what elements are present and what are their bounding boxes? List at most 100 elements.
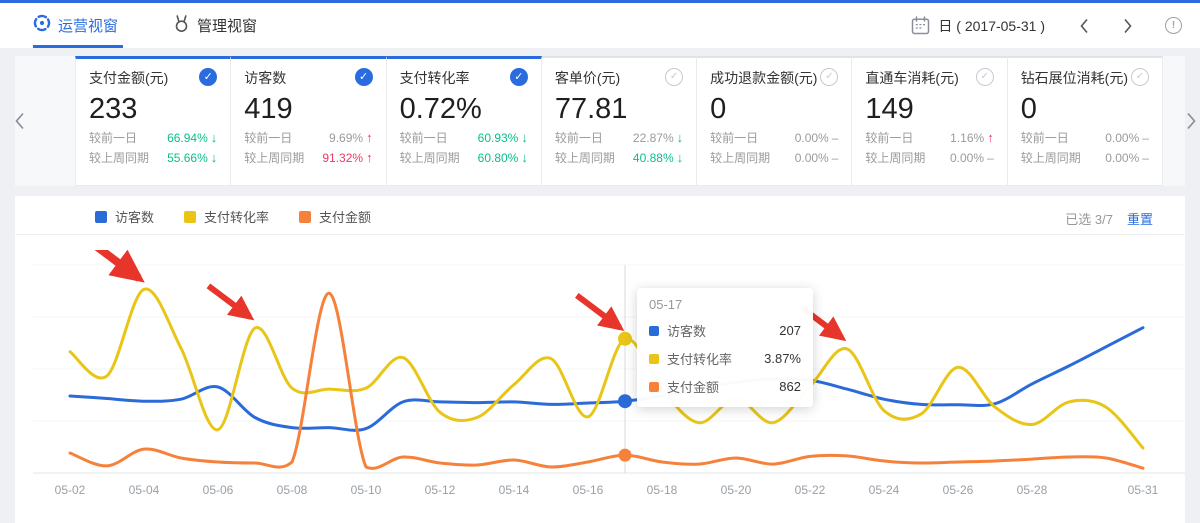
prev-day-button[interactable] xyxy=(1079,18,1089,34)
metric-value: 419 xyxy=(244,93,372,125)
metric-compare-row: 较上周同期55.66%↓ xyxy=(89,151,217,165)
hover-dot xyxy=(619,449,632,462)
tab-management-view[interactable]: 管理视窗 xyxy=(173,3,257,48)
trend-down-icon: ↓ xyxy=(211,151,218,165)
compare-value: 55.66% xyxy=(167,151,208,165)
metric-compare-row: 较上周同期40.88%↓ xyxy=(555,151,683,165)
compare-label: 较上周同期 xyxy=(244,151,304,165)
unselected-check-badge[interactable]: ✓ xyxy=(820,68,838,86)
metric-value: 0.72% xyxy=(400,93,528,125)
compare-label: 较前一日 xyxy=(89,131,137,145)
metric-card[interactable]: 客单价(元)✓77.81较前一日22.87%↓较上周同期40.88%↓ xyxy=(542,56,697,186)
legend-divider xyxy=(15,234,1185,235)
legend-label: 支付金额 xyxy=(319,207,371,226)
trend-down-icon: ↓ xyxy=(521,151,528,165)
trend-chart-panel: 访客数支付转化率支付金额 已选 3/7重置 05-0205-0405-0605-… xyxy=(15,196,1185,523)
x-axis-label: 05-12 xyxy=(425,483,456,497)
compare-value: 0.00% xyxy=(795,131,829,145)
trend-flat-icon: – xyxy=(832,151,839,165)
line-chart[interactable]: 05-0205-0405-0605-0805-1005-1205-1405-16… xyxy=(15,250,1185,523)
metric-title: 直通车消耗(元) xyxy=(865,68,958,88)
metric-card[interactable]: 直通车消耗(元)✓149较前一日1.16%↑较上周同期0.00%– xyxy=(852,56,1007,186)
tooltip-row: 访客数207 xyxy=(649,321,801,340)
metric-card[interactable]: 支付金额(元)✓233较前一日66.94%↓较上周同期55.66%↓ xyxy=(75,56,231,186)
x-axis-label: 05-22 xyxy=(795,483,826,497)
compare-label: 较前一日 xyxy=(555,131,603,145)
metric-card[interactable]: 钻石展位消耗(元)✓0较前一日0.00%–较上周同期0.00%– xyxy=(1008,56,1163,186)
legend-item[interactable]: 访客数 xyxy=(95,207,154,226)
metric-value: 0 xyxy=(710,93,838,125)
active-tab-underline xyxy=(33,45,123,48)
metric-compare-row: 较前一日 60.93%↓ xyxy=(400,131,528,145)
calendar-icon[interactable] xyxy=(911,16,930,35)
compare-value: 0.00% xyxy=(795,151,829,165)
header: 运营视窗 管理视窗 日 ( 2017-05-31 ) ! xyxy=(0,3,1200,48)
legend-controls: 已选 3/7重置 xyxy=(1065,209,1153,228)
trend-flat-icon: – xyxy=(1142,131,1149,145)
metric-compare-row: 较上周同期60.80%↓ xyxy=(400,151,528,165)
selected-check-badge[interactable]: ✓ xyxy=(355,68,373,86)
compare-label: 较前一日 xyxy=(1021,131,1069,145)
x-axis-label: 05-08 xyxy=(277,483,308,497)
x-axis-label: 05-24 xyxy=(869,483,900,497)
metric-title: 访客数 xyxy=(244,68,286,88)
x-axis-label: 05-10 xyxy=(351,483,382,497)
unselected-check-badge[interactable]: ✓ xyxy=(1131,68,1149,86)
series-line xyxy=(70,289,1143,448)
compare-value: 22.87% xyxy=(633,131,674,145)
legend-swatch xyxy=(95,211,107,223)
compare-value: 0.00% xyxy=(950,151,984,165)
trend-flat-icon: – xyxy=(832,131,839,145)
x-axis-label: 05-06 xyxy=(203,483,234,497)
annotation-arrow-icon xyxy=(208,286,250,317)
unselected-check-badge[interactable]: ✓ xyxy=(976,68,994,86)
x-axis-label: 05-02 xyxy=(55,483,86,497)
selected-check-badge[interactable]: ✓ xyxy=(199,68,217,86)
metric-card[interactable]: 成功退款金额(元)✓0较前一日0.00%–较上周同期0.00%– xyxy=(697,56,852,186)
x-axis-label: 05-26 xyxy=(943,483,974,497)
compare-value: 1.16% xyxy=(950,131,984,145)
metric-compare-row: 较上周同期91.32%↑ xyxy=(244,151,372,165)
info-icon[interactable]: ! xyxy=(1165,17,1182,34)
unselected-check-badge[interactable]: ✓ xyxy=(665,68,683,86)
trend-down-icon: ↓ xyxy=(521,131,528,145)
cards-scroll-right-button[interactable] xyxy=(1186,112,1197,135)
hover-dot xyxy=(618,394,632,408)
trend-flat-icon: – xyxy=(1142,151,1149,165)
metric-cards: 支付金额(元)✓233较前一日66.94%↓较上周同期55.66%↓访客数✓41… xyxy=(75,56,1163,186)
metric-compare-row: 较上周同期0.00%– xyxy=(710,151,838,165)
tab-label: 运营视窗 xyxy=(58,15,118,36)
date-selector[interactable]: 日 ( 2017-05-31 ) xyxy=(938,16,1045,36)
compare-label: 较上周同期 xyxy=(865,151,925,165)
compare-label: 较上周同期 xyxy=(1021,151,1081,165)
metric-card[interactable]: 支付转化率✓0.72%较前一日60.93%↓较上周同期60.80%↓ xyxy=(387,56,542,186)
trend-up-icon: ↑ xyxy=(366,151,373,165)
legend-item[interactable]: 支付金额 xyxy=(299,207,371,226)
tooltip-date: 05-17 xyxy=(649,297,801,312)
legend-swatch xyxy=(299,211,311,223)
annotation-arrow-icon xyxy=(63,250,139,278)
selected-check-badge[interactable]: ✓ xyxy=(510,68,528,86)
cards-scroll-left-button[interactable] xyxy=(14,112,25,135)
reset-link[interactable]: 重置 xyxy=(1127,212,1153,227)
next-day-button[interactable] xyxy=(1123,18,1133,34)
compare-value: 60.93% xyxy=(478,131,519,145)
metric-compare-row: 较前一日9.69%↑ xyxy=(244,131,372,145)
x-axis-label: 05-18 xyxy=(647,483,678,497)
metric-value: 233 xyxy=(89,93,217,125)
legend-item[interactable]: 支付转化率 xyxy=(184,207,269,226)
metric-compare-row: 较前一日66.94%↓ xyxy=(89,131,217,145)
metric-title: 钻石展位消耗(元) xyxy=(1021,68,1128,88)
metric-card[interactable]: 访客数 ✓ 419 较前一日9.69%↑ 较上周同期91.32%↑ xyxy=(231,56,386,186)
compare-label: 较前一日 xyxy=(865,131,913,145)
metric-compare-row: 较前一日 22.87%↓ xyxy=(555,131,683,145)
compare-label: 较前一日 xyxy=(400,131,448,145)
tab-operation-view[interactable]: 运营视窗 xyxy=(33,3,118,48)
compare-value: 9.69% xyxy=(329,131,363,145)
metric-compare-row: 较前一日1.16%↑ xyxy=(865,131,993,145)
legend-label: 支付转化率 xyxy=(204,207,269,226)
metric-compare-row: 较前一日 0.00%– xyxy=(710,131,838,145)
compare-label: 较前一日 xyxy=(710,131,758,145)
trend-down-icon: ↓ xyxy=(677,131,684,145)
legend-label: 访客数 xyxy=(115,207,154,226)
